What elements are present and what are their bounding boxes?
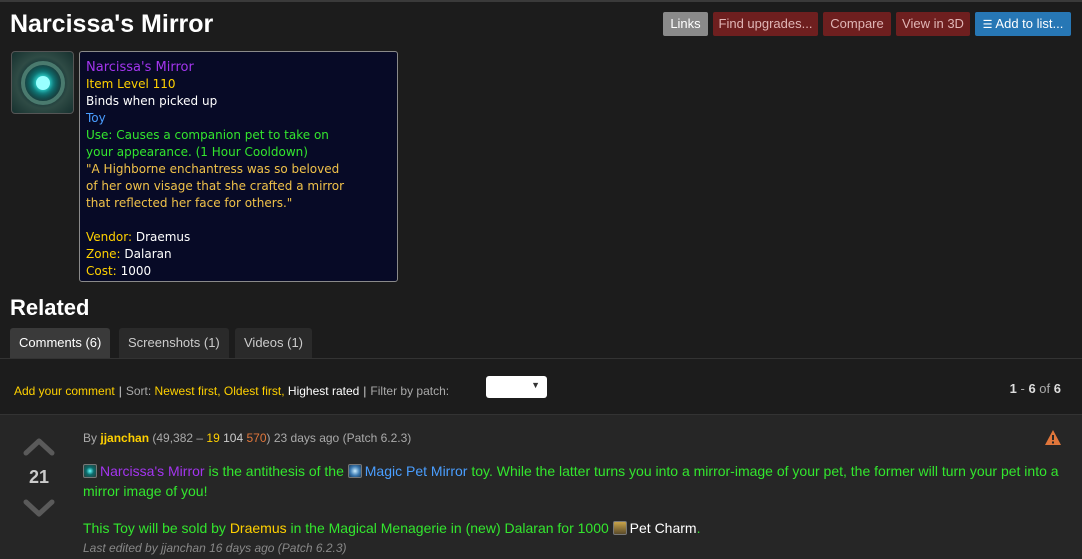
tooltip-flavor-line-2: of her own visage that she crafted a mir… bbox=[86, 179, 345, 193]
tooltip-type: Toy bbox=[86, 111, 106, 125]
related-heading: Related bbox=[10, 295, 90, 320]
rep-silver: 104 bbox=[219, 431, 247, 445]
last-edited-note: Last edited by jjanchan 16 days ago (Pat… bbox=[83, 541, 347, 555]
pet-charm-icon bbox=[612, 521, 627, 535]
tabs-divider bbox=[0, 358, 1082, 359]
p2-text-3: . bbox=[696, 520, 701, 536]
tooltip-use-line-2: your appearance. (1 Hour Cooldown) bbox=[86, 145, 308, 159]
list-icon: ☰ bbox=[982, 19, 993, 31]
cost-value: 1000 bbox=[120, 264, 152, 278]
pet-charm-link[interactable]: Pet Charm bbox=[630, 520, 697, 536]
comment-author-link[interactable]: jjanchan bbox=[100, 431, 149, 445]
zone-label: Zone: bbox=[86, 247, 121, 261]
p1-text-1: is the antithesis of the bbox=[204, 463, 348, 479]
report-warning-icon[interactable] bbox=[1044, 429, 1062, 447]
mirror-item-icon[interactable] bbox=[11, 51, 74, 114]
compare-button[interactable]: Compare bbox=[823, 12, 891, 36]
tooltip-binds: Binds when picked up bbox=[86, 94, 218, 108]
tooltip-flavor-line-3: that reflected her face for others." bbox=[86, 196, 293, 210]
view-in-3d-button[interactable]: View in 3D bbox=[896, 12, 970, 36]
pager-start: 1 bbox=[1009, 381, 1017, 396]
add-comment-link[interactable]: Add your comment bbox=[14, 384, 115, 398]
vendor-label: Vendor: bbox=[86, 230, 132, 244]
comment-paragraph-2: This Toy will be sold by Draemus in the … bbox=[83, 518, 1073, 538]
sort-oldest-link[interactable]: Oldest first, bbox=[224, 384, 285, 398]
find-upgrades-button[interactable]: Find upgrades... bbox=[713, 12, 818, 36]
downvote-arrow-icon[interactable] bbox=[23, 498, 55, 518]
sort-highest-selected[interactable]: Highest rated bbox=[288, 384, 359, 398]
zone-value[interactable]: Dalaran bbox=[124, 247, 171, 261]
cost-label: Cost: bbox=[86, 264, 117, 278]
tooltip-vendor: Vendor: Draemus bbox=[86, 229, 391, 246]
chevron-down-icon: ▼ bbox=[531, 380, 540, 390]
mirror-core bbox=[36, 76, 50, 90]
rep-bronze: 570 bbox=[246, 431, 267, 445]
tooltip-item-name: Narcissa's Mirror bbox=[86, 60, 194, 75]
narcissas-mirror-link[interactable]: Narcissa's Mirror bbox=[100, 463, 205, 479]
draemus-npc-link[interactable]: Draemus bbox=[230, 520, 287, 536]
p2-text-2: in the Magical Menagerie in (new) Dalara… bbox=[286, 520, 613, 536]
tooltip-cost: Cost: 1000 bbox=[86, 263, 391, 280]
pager-of: of bbox=[1035, 381, 1054, 396]
add-to-list-button[interactable]: ☰ Add to list... bbox=[975, 12, 1071, 36]
tooltip-flavor-line-1: "A Highborne enchantress was so beloved bbox=[86, 162, 340, 176]
add-to-list-label: Add to list... bbox=[995, 16, 1064, 31]
tooltip-item-level: Item Level 110 bbox=[86, 77, 176, 91]
item-tooltip: Narcissa's Mirror Item Level 110 Binds w… bbox=[79, 51, 398, 282]
magic-pet-mirror-link[interactable]: Magic Pet Mirror bbox=[365, 463, 468, 479]
rep-open: (49,382 – bbox=[149, 431, 207, 445]
pager-dash: - bbox=[1016, 381, 1029, 396]
separator: | bbox=[363, 384, 367, 398]
pagination: 1 - 6 of 6 bbox=[1010, 381, 1061, 396]
tab-comments[interactable]: Comments (6) bbox=[10, 328, 111, 358]
tab-videos[interactable]: Videos (1) bbox=[235, 328, 313, 358]
tooltip-use-line-1: Use: Causes a companion pet to take on bbox=[86, 128, 329, 142]
sort-label: Sort: bbox=[125, 384, 152, 398]
patch-filter-select[interactable]: ▼ bbox=[486, 376, 547, 398]
tab-screenshots[interactable]: Screenshots (1) bbox=[119, 328, 229, 358]
separator: | bbox=[118, 384, 122, 398]
p2-text-1: This Toy will be sold by bbox=[83, 520, 230, 536]
comment-paragraph-1: Narcissa's Mirror is the antithesis of t… bbox=[83, 461, 1073, 501]
narcissas-mirror-icon bbox=[83, 464, 97, 478]
by-label: By bbox=[83, 431, 98, 445]
comments-toolbar: Add your comment | Sort: Newest first, Old… bbox=[14, 382, 449, 400]
vendor-value[interactable]: Draemus bbox=[136, 230, 190, 244]
filter-label: Filter by patch: bbox=[370, 384, 450, 398]
upvote-arrow-icon[interactable] bbox=[23, 437, 55, 457]
magic-pet-mirror-icon bbox=[347, 464, 362, 478]
pager-end: 6 bbox=[1028, 381, 1036, 396]
top-border bbox=[0, 0, 1082, 2]
comment-time: 23 days ago (Patch 6.2.3) bbox=[270, 431, 412, 445]
comment-score: 21 bbox=[29, 467, 50, 487]
comment-body: Narcissa's Mirror is the antithesis of t… bbox=[83, 461, 1073, 538]
page-title: Narcissa's Mirror bbox=[10, 10, 214, 38]
sort-newest-link[interactable]: Newest first, bbox=[155, 384, 221, 398]
links-button[interactable]: Links bbox=[663, 12, 708, 36]
pager-total: 6 bbox=[1053, 381, 1061, 396]
tooltip-spacer bbox=[86, 212, 391, 229]
comment-byline: By jjanchan (49,382 – 19 104 570) 23 day… bbox=[83, 431, 411, 445]
tooltip-zone: Zone: Dalaran bbox=[86, 246, 391, 263]
rep-gold: 19 bbox=[206, 431, 220, 445]
